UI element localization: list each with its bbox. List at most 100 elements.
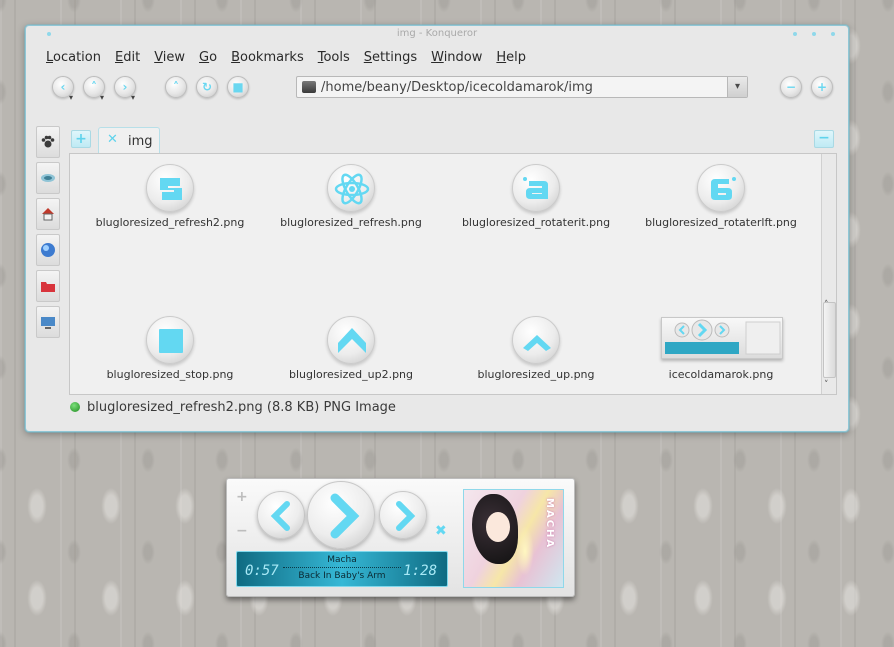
status-led-icon: [70, 402, 80, 412]
menu-bookmarks[interactable]: Bookmarks: [231, 48, 311, 68]
minimize-icon[interactable]: [793, 32, 797, 36]
reload-button[interactable]: ↻: [196, 76, 218, 98]
sidebar-item-web[interactable]: [36, 234, 60, 266]
minus-icon: −: [818, 130, 830, 146]
zoom-in-button[interactable]: +: [811, 76, 833, 98]
atom-icon: [327, 164, 375, 212]
next-icon: [396, 501, 416, 531]
status-text: blugloresized_refresh2.png (8.8 KB) PNG …: [87, 399, 396, 415]
paw-icon: [41, 135, 55, 148]
zoom-in-icon: +: [816, 80, 828, 94]
zoom-out-icon: −: [785, 80, 797, 94]
forward-icon: ›: [122, 80, 128, 94]
file-item[interactable]: blugloresized_refresh2.png: [70, 164, 270, 244]
back-icon: ‹: [60, 80, 66, 94]
stop-playback-icon[interactable]: ✖: [435, 523, 447, 539]
sidebar-item-root[interactable]: [36, 126, 60, 158]
location-dropdown-icon[interactable]: ▾: [727, 77, 747, 97]
konqueror-window: img - Konqueror Location Edit View Go Bo…: [25, 25, 849, 432]
file-item[interactable]: blugloresized_refresh.png: [251, 164, 451, 244]
volume-down-icon[interactable]: −: [236, 523, 248, 539]
globe-icon: [41, 243, 55, 257]
previous-icon: [270, 501, 290, 531]
sidebar-item-devices[interactable]: [36, 306, 60, 338]
menu-location[interactable]: Location: [46, 48, 108, 68]
previous-track-button[interactable]: [257, 491, 305, 539]
sidebar-item-home[interactable]: [36, 198, 60, 230]
file-name: blugloresized_refresh2.png: [95, 216, 245, 229]
file-item[interactable]: blugloresized_up.png: [436, 316, 636, 394]
menu-edit[interactable]: Edit: [115, 48, 147, 68]
file-item[interactable]: blugloresized_rotaterlft.png: [621, 164, 821, 244]
zoom-out-button[interactable]: −: [780, 76, 802, 98]
forward-history-arrow-icon[interactable]: ▾: [131, 93, 135, 102]
up-icon: ˄: [91, 80, 97, 94]
reload-icon: ↻: [201, 80, 213, 94]
close-icon[interactable]: [831, 32, 835, 36]
home-icon: [42, 208, 54, 221]
refresh2-icon: [146, 164, 194, 212]
cover-figure-face: [486, 512, 510, 542]
rotate-left-icon: [697, 164, 745, 212]
play-icon: [330, 493, 360, 539]
file-item[interactable]: blugloresized_up2.png: [251, 316, 451, 394]
home-button[interactable]: ˄: [165, 76, 187, 98]
tab-img[interactable]: ✕ img: [98, 127, 160, 154]
progress-line[interactable]: [283, 567, 401, 568]
location-input[interactable]: /home/beany/Desktop/icecoldamarok/img: [321, 80, 593, 95]
up2-icon: [327, 316, 375, 364]
location-bar[interactable]: /home/beany/Desktop/icecoldamarok/img ▾: [296, 76, 748, 98]
home-icon: ˄: [173, 80, 179, 94]
back-history-arrow-icon[interactable]: ▾: [69, 93, 73, 102]
file-item[interactable]: icecoldamarok.png: [621, 316, 821, 394]
plus-icon: +: [75, 131, 87, 147]
file-name: blugloresized_rotaterit.png: [461, 216, 611, 229]
album-cover: MACHA: [463, 489, 564, 588]
media-player: + − ✖ 0:57 Macha Back In Baby's Arm 1:28…: [226, 478, 575, 597]
close-tab-icon[interactable]: ✕: [107, 132, 118, 147]
close-current-tab-button[interactable]: −: [814, 130, 834, 148]
scroll-down-icon[interactable]: ˅: [824, 380, 829, 390]
next-track-button[interactable]: [379, 491, 427, 539]
volume-up-icon[interactable]: +: [236, 489, 248, 505]
up-history-arrow-icon[interactable]: ▾: [100, 93, 104, 102]
sidebar-item-bookmarks[interactable]: [36, 270, 60, 302]
play-button[interactable]: [307, 481, 375, 549]
cover-light: [516, 526, 534, 576]
scrollbar-thumb[interactable]: [823, 302, 836, 378]
vertical-scrollbar[interactable]: ˄ ˅: [821, 154, 836, 394]
menu-view[interactable]: View: [154, 48, 192, 68]
menu-bar: Location Edit View Go Bookmarks Tools Se…: [46, 48, 540, 68]
network-icon: [41, 174, 55, 182]
maximize-icon[interactable]: [812, 32, 816, 36]
file-view[interactable]: blugloresized_refresh2.png blugloresized…: [69, 153, 837, 395]
file-name: blugloresized_up2.png: [288, 368, 414, 381]
menu-tools[interactable]: Tools: [318, 48, 357, 68]
sidebar-item-network[interactable]: [36, 162, 60, 194]
file-name: blugloresized_up.png: [477, 368, 595, 381]
new-tab-button[interactable]: +: [71, 130, 91, 148]
file-name: icecoldamarok.png: [668, 368, 774, 381]
track-display: 0:57 Macha Back In Baby's Arm 1:28: [236, 551, 448, 587]
stop-icon: [146, 316, 194, 364]
thumbnail-icon: [661, 317, 783, 359]
menu-settings[interactable]: Settings: [364, 48, 424, 68]
sidebar: [36, 126, 60, 342]
stop-button[interactable]: ■: [227, 76, 249, 98]
menu-window[interactable]: Window: [431, 48, 489, 68]
window-title: img - Konqueror: [396, 28, 478, 39]
remaining-time: 1:28: [403, 563, 437, 579]
menu-help[interactable]: Help: [496, 48, 533, 68]
file-name: blugloresized_stop.png: [106, 368, 234, 381]
file-item[interactable]: blugloresized_rotaterit.png: [436, 164, 636, 244]
file-item[interactable]: blugloresized_stop.png: [70, 316, 270, 394]
rotate-right-icon: [512, 164, 560, 212]
desktop-icon: [41, 317, 55, 329]
menu-go[interactable]: Go: [199, 48, 224, 68]
file-name: blugloresized_rotaterlft.png: [645, 216, 797, 229]
folder-red-icon: [41, 282, 55, 292]
title-bar[interactable]: img - Konqueror: [26, 26, 848, 44]
stop-icon: ■: [232, 80, 244, 94]
up-icon: [512, 316, 560, 364]
tab-label: img: [128, 134, 153, 149]
